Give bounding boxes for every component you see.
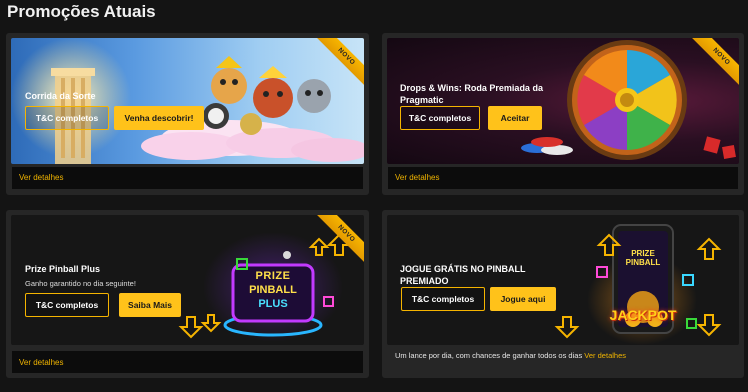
promo-title: Corrida da Sorte <box>25 91 96 101</box>
page-title: Promoções Atuais <box>7 2 156 21</box>
promo-title: Prize Pinball Plus <box>25 264 101 274</box>
cta-button[interactable]: Jogue aqui <box>490 287 556 311</box>
promo-card-drops-wins: Drops & Wins: Roda Premiada da Pragmatic… <box>382 33 744 195</box>
promo-note-text: Um lance por dia, com chances de ganhar … <box>395 351 583 360</box>
tc-button[interactable]: T&C completos <box>400 106 480 130</box>
details-link[interactable]: Ver detalhes <box>19 173 63 182</box>
pinball-logo-line2: PINBALL <box>249 284 297 296</box>
tc-button[interactable]: T&C completos <box>25 293 109 317</box>
details-link[interactable]: Ver detalhes <box>19 358 63 367</box>
card-footer: Ver detalhes <box>12 351 363 373</box>
phone-logo-line1: PRIZE <box>631 249 655 258</box>
cta-button[interactable]: Saiba Mais <box>119 293 181 317</box>
details-link[interactable]: Ver detalhes <box>395 173 439 182</box>
phone-logo-line2: PINBALL <box>625 258 661 267</box>
promo-card-jogue-gratis: PRIZE PINBALL JACKPOT JOGUE GRÁTIS NO PI… <box>382 210 744 378</box>
tc-button[interactable]: T&C completos <box>401 287 485 311</box>
card-footer: Ver detalhes <box>12 167 363 189</box>
cta-button[interactable]: Aceitar <box>488 106 542 130</box>
promo-card-prize-pinball-plus: PRIZE PINBALL PLUS Prize Pinball Plus Ga… <box>6 210 369 378</box>
details-link[interactable]: Ver detalhes <box>584 351 626 360</box>
card-footer: Ver detalhes <box>388 167 738 189</box>
promo-banner: Drops & Wins: Roda Premiada da Pragmatic… <box>387 38 739 164</box>
promo-banner: Corrida da Sorte T&C completos Venha des… <box>11 38 364 164</box>
promo-banner: PRIZE PINBALL PLUS Prize Pinball Plus Ga… <box>11 215 364 345</box>
promo-card-corrida-da-sorte: Corrida da Sorte T&C completos Venha des… <box>6 33 369 195</box>
pinball-logo-line3: PLUS <box>258 298 288 310</box>
pinball-logo-line1: PRIZE <box>255 270 291 282</box>
promo-title: Drops & Wins: Roda Premiada da Pragmatic <box>400 83 543 105</box>
promo-note: Um lance por dia, com chances de ganhar … <box>395 351 626 360</box>
cta-button[interactable]: Venha descobrir! <box>114 106 204 130</box>
promo-banner: PRIZE PINBALL JACKPOT JOGUE GRÁTIS NO PI… <box>387 215 739 345</box>
jackpot-label: JACKPOT <box>609 307 677 323</box>
promo-title: JOGUE GRÁTIS NO PINBALL PREMIADO <box>400 264 526 286</box>
tc-button[interactable]: T&C completos <box>25 106 109 130</box>
promo-subtitle: Ganho garantido no dia seguinte! <box>25 279 136 288</box>
